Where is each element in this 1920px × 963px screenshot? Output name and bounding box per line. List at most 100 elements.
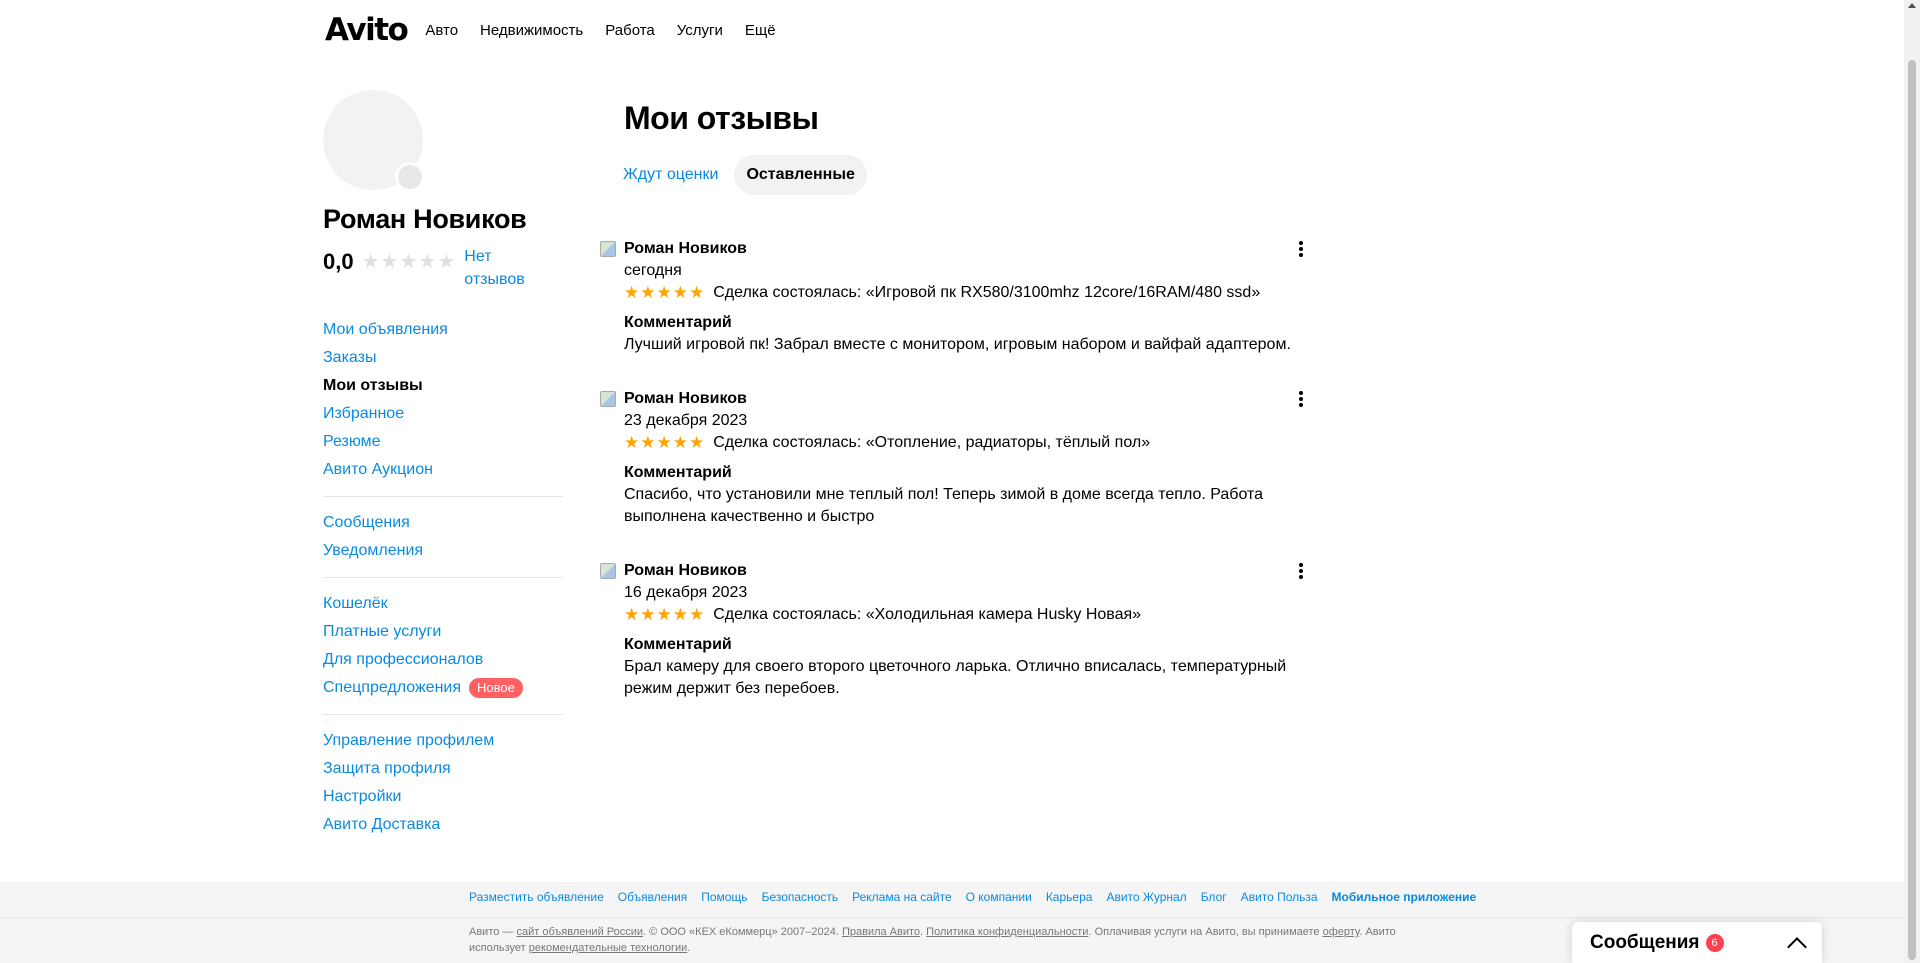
legal-link-classifieds[interactable]: сайт объявлений России [516,926,643,938]
scroll-up-arrow-icon[interactable] [1908,3,1916,8]
sidebar-item[interactable]: Избранное [323,400,563,428]
sidebar-item[interactable]: Заказы [323,344,563,372]
sidebar-item[interactable]: Платные услуги [323,618,563,646]
legal-link-rules[interactable]: Правила Авито [842,926,920,938]
sidebar-item-label: Авито Аукцион [323,461,433,478]
reviewer-name[interactable]: Роман Новиков [624,238,1314,260]
reviewer-name[interactable]: Роман Новиков [624,560,1314,582]
star-icon: ★ [399,251,418,273]
sidebar-item[interactable]: Для профессионалов [323,646,563,674]
sidebar-item[interactable]: Авито Аукцион [323,456,563,484]
footer-link[interactable]: Карьера [1046,890,1093,904]
reviews-main: Мои отзывы Ждут оценки Оставленные [600,100,1320,195]
review-card: Роман Новиков 23 декабря 2023 ★★★★★ Сделка … [600,388,1320,528]
more-vertical-icon[interactable] [1292,390,1310,408]
more-vertical-icon[interactable] [1292,240,1310,258]
nav-auto[interactable]: Авто [425,22,458,39]
menu-group: Мои объявления Заказы Мои отзывы Избранное Р… [323,316,563,497]
sidebar-item-label: Избранное [323,405,405,422]
footer-link[interactable]: Разместить объявление [469,890,604,904]
footer-link[interactable]: Безопасность [762,890,839,904]
sidebar-item[interactable]: Спецпредложения Новое [323,674,563,702]
reviewer-avatar[interactable] [600,241,616,257]
reviewer-name[interactable]: Роман Новиков [624,388,1314,410]
sidebar-item[interactable]: Мои отзывы [323,372,563,400]
sidebar-item[interactable]: Настройки [323,783,563,811]
legal-text: . [687,942,691,954]
legal-text: . Оплачивая услуги на Авито, вы принимае… [1088,926,1323,938]
review-deal: ★★★★★ Сделка состоялась: «Отопление, ради… [624,432,1314,454]
nav-services[interactable]: Услуги [677,22,723,39]
sidebar-item[interactable]: Управление профилем [323,727,563,755]
sidebar-item-label: Мои отзывы [323,377,423,394]
sidebar-item-label: Настройки [323,788,402,805]
nav-realty[interactable]: Недвижимость [480,22,583,39]
sidebar-item-label: Сообщения [323,514,410,531]
footer-divider [0,917,1904,918]
review-card: Роман Новиков 16 декабря 2023 ★★★★★ Сделка … [600,560,1320,700]
rating-stars: ★ ★ ★ ★ ★ [362,249,457,274]
reviewer-avatar[interactable] [600,391,616,407]
legal-link-offer[interactable]: оферту [1323,926,1360,938]
menu-group: Сообщения Уведомления [323,509,563,578]
sidebar-item[interactable]: Мои объявления [323,316,563,344]
review-card: Роман Новиков сегодня ★★★★★ Сделка состояла… [600,238,1320,356]
rating-value: 0,0 [323,249,354,274]
review-body: Роман Новиков сегодня ★★★★★ Сделка состояла… [624,238,1314,356]
profile-name: Роман Новиков [323,204,527,234]
review-stars: ★★★★★ [624,605,706,624]
footer-link[interactable]: Блог [1201,890,1227,904]
footer-link[interactable]: Авито Польза [1241,890,1318,904]
footer-link[interactable]: Мобильное приложение [1332,890,1477,904]
profile-sidebar: Роман Новиков 0,0 ★ ★ ★ ★ ★ Нет отзывов … [323,90,563,863]
review-date: сегодня [624,262,682,279]
scroll-thumb[interactable] [1908,60,1916,960]
sidebar-item[interactable]: Сообщения [323,509,563,537]
sidebar-item-label: Для профессионалов [323,651,484,668]
sidebar-item[interactable]: Авито Доставка [323,811,563,839]
sidebar-item-label: Уведомления [323,542,424,559]
sidebar-item-label: Заказы [323,349,377,366]
comment-text: Спасибо, что установили мне теплый пол! … [624,486,1264,525]
page-scrollbar[interactable] [1904,0,1920,963]
review-stars: ★★★★★ [624,283,706,302]
legal-link-privacy[interactable]: Политика конфиденциальности [926,926,1088,938]
chevron-up-icon[interactable] [1787,936,1807,957]
sidebar-item[interactable]: Кошелёк [323,590,563,618]
no-reviews-link[interactable]: Нет отзывов [464,245,534,291]
footer-link[interactable]: О компании [966,890,1032,904]
footer-link[interactable]: Реклама на сайте [852,890,952,904]
sidebar-item-label: Кошелёк [323,595,388,612]
tab-left[interactable]: Оставленные [734,155,867,195]
avatar[interactable] [323,90,425,192]
footer-link[interactable]: Авито Журнал [1106,890,1186,904]
more-vertical-icon[interactable] [1292,562,1310,580]
review-date: 16 декабря 2023 [624,584,748,601]
avito-logo[interactable]: Avito [325,14,409,46]
comment-text: Брал камеру для своего второго цветочног… [624,658,1287,697]
menu-group: Кошелёк Платные услуги Для профессионалов С… [323,590,563,715]
avatar-status-dot [395,162,425,192]
legal-link-recommendations[interactable]: рекомендательные технологии [529,942,688,954]
footer-link[interactable]: Объявления [618,890,687,904]
nav-more[interactable]: Ещё [745,22,776,39]
sidebar-item[interactable]: Уведомления [323,537,563,565]
messenger-widget[interactable]: Сообщения 6 [1572,922,1822,963]
nav-jobs[interactable]: Работа [605,22,655,39]
reviewer-avatar[interactable] [600,563,616,579]
footer-legal: Авито — сайт объявлений России. © ООО «К… [469,924,1429,956]
new-badge: Новое [469,678,523,698]
sidebar-item-label: Управление профилем [323,732,495,749]
star-icon: ★ [418,251,437,273]
footer-link[interactable]: Помощь [701,890,747,904]
menu-group: Управление профилем Защита профиля Настрой… [323,727,563,851]
sidebar-item-label: Авито Доставка [323,816,441,833]
comment-heading: Комментарий [624,314,732,331]
page-title: Мои отзывы [624,100,819,136]
tab-awaiting[interactable]: Ждут оценки [611,155,730,195]
review-stars: ★★★★★ [624,433,706,452]
sidebar-item-label: Спецпредложения [323,679,461,696]
sidebar-item[interactable]: Резюме [323,428,563,456]
messenger-unread-badge: 6 [1705,933,1724,952]
sidebar-item[interactable]: Защита профиля [323,755,563,783]
